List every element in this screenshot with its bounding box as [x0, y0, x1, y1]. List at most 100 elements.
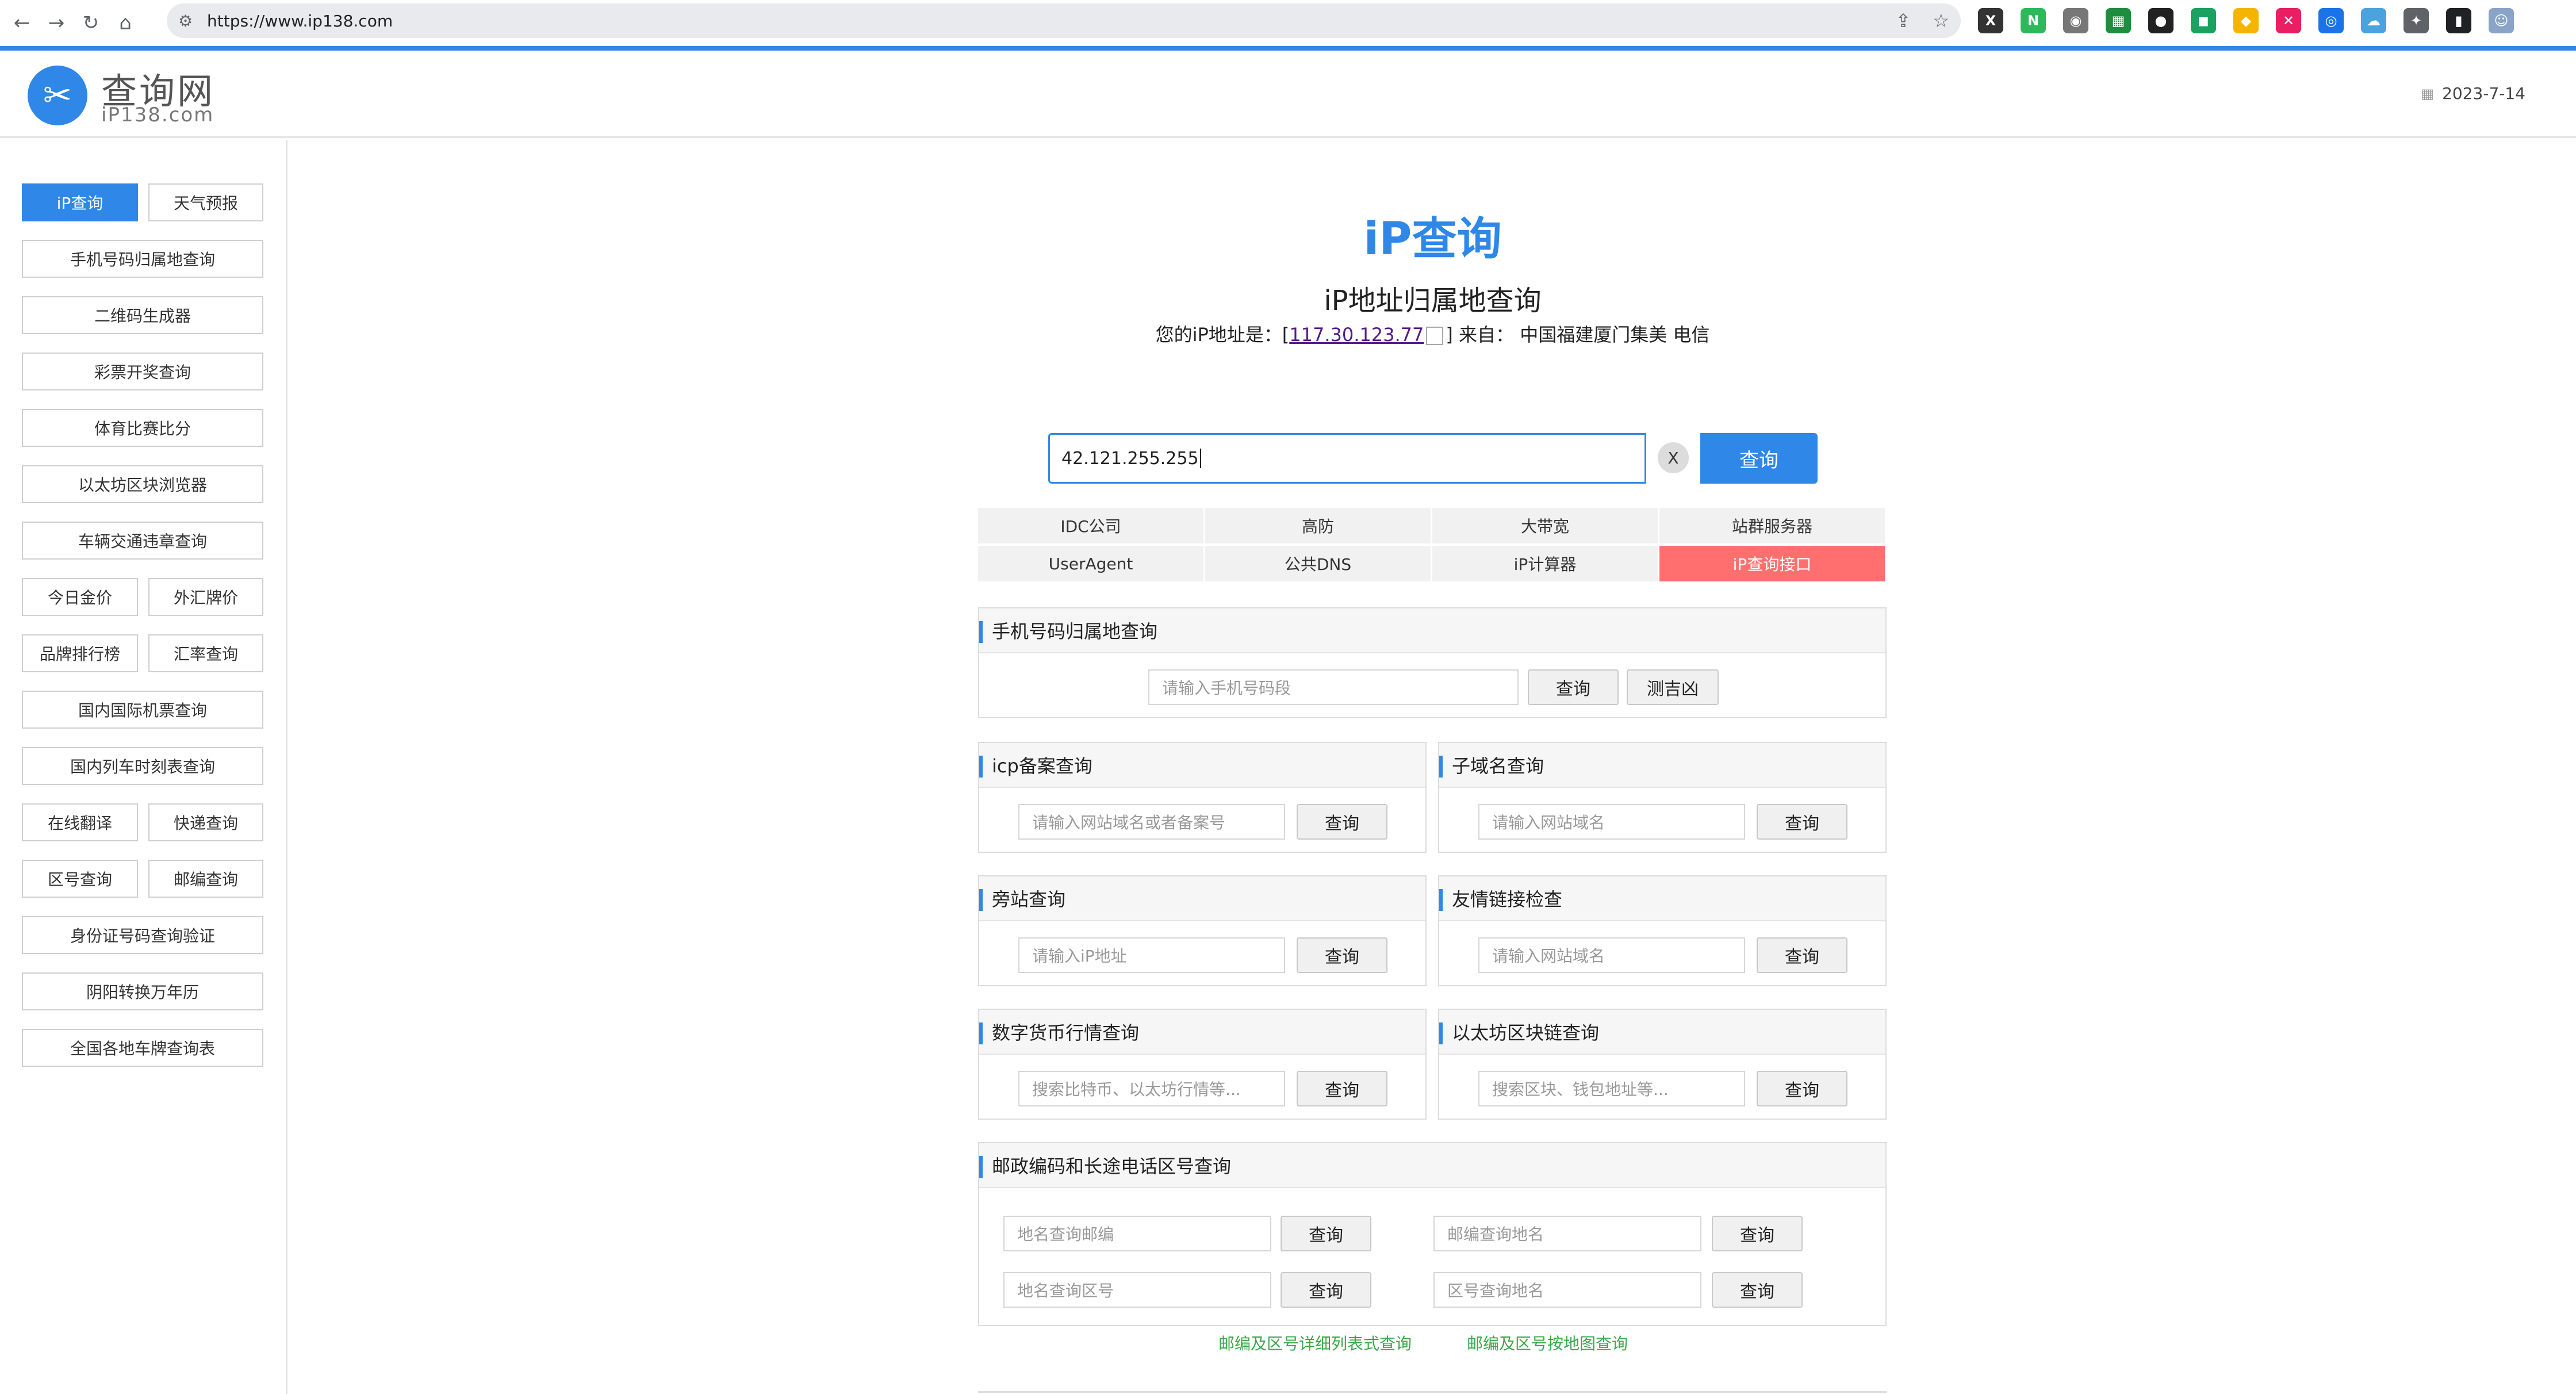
sidebar-item-trains[interactable]: 国内列车时刻表查询 — [22, 747, 263, 785]
sidebar-item-idcard[interactable]: 身份证号码查询验证 — [22, 916, 263, 954]
sidebar-item-weather[interactable]: 天气预报 — [148, 183, 263, 221]
grid-ext-icon[interactable]: ▦ — [2106, 8, 2131, 33]
sidebar-item-plates[interactable]: 全国各地车牌查询表 — [22, 1029, 263, 1067]
badge-ext-icon[interactable]: ● — [2148, 8, 2174, 33]
ip-search-input[interactable]: 42.121.255.255 — [1048, 433, 1646, 484]
green-ext-icon[interactable]: ◼ — [2191, 8, 2216, 33]
sidebar-item-lottery[interactable]: 彩票开奖查询 — [22, 353, 263, 390]
back-icon[interactable]: ← — [5, 6, 39, 40]
profile-avatar[interactable]: ☺ — [2489, 8, 2514, 33]
date-text: 2023-7-14 — [2442, 84, 2525, 103]
panel-postal: 邮政编码和长途电话区号查询 地名查询邮编 查询 邮编查询地名 查询 地名查询区号… — [978, 1142, 1887, 1326]
postal-place-to-areacode-input[interactable]: 地名查询区号 — [1003, 1272, 1271, 1308]
panel-eth-title: 以太坊区块链查询 — [1439, 1010, 1885, 1055]
quick-link-ip-calc[interactable]: iP计算器 — [1432, 546, 1658, 581]
mobile-input[interactable]: 请输入手机号码段 — [1148, 669, 1519, 705]
sidebar-item-sports[interactable]: 体育比赛比分 — [22, 409, 263, 447]
blue-ext-icon[interactable]: ◎ — [2318, 8, 2344, 33]
sidebar: iP查询 天气预报 手机号码归属地查询 二维码生成器 彩票开奖查询 体育比赛比分… — [0, 140, 288, 1394]
ip-search-button[interactable]: 查询 — [1700, 433, 1818, 484]
site-header: ✂ 查询网 iP138.com ▦ 2023-7-14 — [0, 51, 2576, 138]
panel-subdomain-title: 子域名查询 — [1439, 743, 1885, 788]
url-text[interactable]: https://www.ip138.com — [207, 12, 393, 30]
sidebar-item-calendar[interactable]: 阴阳转换万年历 — [22, 972, 263, 1010]
your-ip-link[interactable]: 117.30.123.77 — [1289, 324, 1424, 346]
sidebar-item-exchange[interactable]: 汇率查询 — [148, 634, 263, 672]
icp-query-button[interactable]: 查询 — [1297, 804, 1387, 840]
icp-input[interactable]: 请输入网站域名或者备案号 — [1018, 804, 1285, 840]
yellow-ext-icon[interactable]: ◆ — [2233, 8, 2259, 33]
quick-link-useragent[interactable]: UserAgent — [978, 546, 1203, 581]
sameip-query-button[interactable]: 查询 — [1297, 937, 1387, 973]
quick-link-server[interactable]: 站群服务器 — [1659, 508, 1885, 543]
camera-ext-icon[interactable]: ◉ — [2063, 8, 2088, 33]
postal-place-to-zip-input[interactable]: 地名查询邮编 — [1003, 1216, 1271, 1251]
sidebar-item-brands[interactable]: 品牌排行榜 — [22, 634, 138, 672]
postal-zip-to-place-input[interactable]: 邮编查询地名 — [1433, 1216, 1701, 1251]
sidebar-item-mobile[interactable]: 手机号码归属地查询 — [22, 240, 263, 278]
mobile-fortune-button[interactable]: 测吉凶 — [1627, 669, 1719, 705]
postal-zip-to-place-button[interactable]: 查询 — [1712, 1216, 1803, 1251]
quick-link-ip-api[interactable]: iP查询接口 — [1659, 546, 1885, 581]
clear-input-button[interactable]: X — [1658, 442, 1689, 473]
quick-link-ddos[interactable]: 高防 — [1205, 508, 1431, 543]
reload-icon[interactable]: ↻ — [74, 6, 108, 40]
site-info-icon[interactable]: ⚙ — [178, 12, 207, 30]
sidebar-item-traffic[interactable]: 车辆交通违章查询 — [22, 522, 263, 560]
forward-icon[interactable]: → — [39, 6, 74, 40]
quick-link-bandwidth[interactable]: 大带宽 — [1432, 508, 1658, 543]
calendar-icon: ▦ — [2421, 85, 2435, 102]
sidebar-item-qrcode[interactable]: 二维码生成器 — [22, 296, 263, 334]
postal-list-link[interactable]: 邮编及区号详细列表式查询 — [1218, 1331, 1412, 1354]
sidebar-item-translate[interactable]: 在线翻译 — [22, 803, 138, 841]
panel-subdomain: 子域名查询 请输入网站域名 查询 — [1438, 742, 1887, 853]
friendlink-query-button[interactable]: 查询 — [1757, 937, 1847, 973]
panel-sameip: 旁站查询 请输入iP地址 查询 — [978, 875, 1427, 986]
subdomain-query-button[interactable]: 查询 — [1757, 804, 1847, 840]
main-content: iP查询 iP地址归属地查询 您的iP地址是：[117.30.123.77] 来… — [289, 140, 2576, 1394]
sidebar-item-express[interactable]: 快递查询 — [148, 803, 263, 841]
x-ext-icon[interactable]: X — [1978, 8, 2003, 33]
quick-link-dns[interactable]: 公共DNS — [1205, 546, 1431, 581]
sidebar-item-forex[interactable]: 外汇牌价 — [148, 578, 263, 616]
pink-ext-icon[interactable]: ✕ — [2276, 8, 2301, 33]
text-caret — [1199, 449, 1201, 468]
panel-mobile: 手机号码归属地查询 请输入手机号码段 查询 测吉凶 — [978, 607, 1887, 718]
crypto-query-button[interactable]: 查询 — [1297, 1071, 1387, 1106]
logo-icon[interactable]: ✂ — [28, 66, 87, 125]
sidebar-item-areacode[interactable]: 区号查询 — [22, 860, 138, 898]
cloud-ext-icon[interactable]: ☁ — [2361, 8, 2386, 33]
sidebar-item-eth-explorer[interactable]: 以太坊区块浏览器 — [22, 465, 263, 503]
home-icon[interactable]: ⌂ — [108, 6, 143, 40]
postal-place-to-areacode-button[interactable]: 查询 — [1281, 1272, 1371, 1308]
eth-query-button[interactable]: 查询 — [1757, 1071, 1847, 1106]
postal-areacode-to-place-input[interactable]: 区号查询地名 — [1433, 1272, 1701, 1308]
sidebar-item-zipcode[interactable]: 邮编查询 — [148, 860, 263, 898]
quick-link-idc[interactable]: IDC公司 — [978, 508, 1203, 543]
postal-links: 邮编及区号详细列表式查询 邮编及区号按地图查询 — [289, 1331, 2576, 1354]
postal-place-to-zip-button[interactable]: 查询 — [1281, 1216, 1371, 1251]
sidepanel-icon[interactable]: ▮ — [2446, 8, 2471, 33]
page-subtitle: iP地址归属地查询 — [1324, 285, 1542, 317]
browser-toolbar: ← → ↻ ⌂ ⚙ https://www.ip138.com ⇪ ☆ X N ◉ ▦… — [0, 0, 2576, 51]
eth-input[interactable]: 搜索区块、钱包地址等... — [1478, 1071, 1745, 1106]
postal-map-link[interactable]: 邮编及区号按地图查询 — [1467, 1331, 1628, 1354]
address-bar[interactable]: ⚙ https://www.ip138.com ⇪ ☆ — [167, 3, 1961, 38]
subdomain-input[interactable]: 请输入网站域名 — [1478, 804, 1745, 840]
postal-areacode-to-place-button[interactable]: 查询 — [1712, 1272, 1803, 1308]
sidebar-item-gold[interactable]: 今日金价 — [22, 578, 138, 616]
mobile-query-button[interactable]: 查询 — [1528, 669, 1619, 705]
bookmark-star-icon[interactable]: ☆ — [1933, 10, 1949, 32]
your-ip-location: 中国福建厦门集美 电信 — [1520, 324, 1710, 346]
friendlink-input[interactable]: 请输入网站域名 — [1478, 937, 1745, 973]
share-icon[interactable]: ⇪ — [1896, 10, 1911, 32]
puzzle-ext-icon[interactable]: ✦ — [2404, 8, 2429, 33]
logo-subtitle[interactable]: iP138.com — [101, 104, 214, 127]
sameip-input[interactable]: 请输入iP地址 — [1018, 937, 1285, 973]
crypto-input[interactable]: 搜索比特币、以太坊行情等... — [1018, 1071, 1285, 1106]
your-ip-prefix: 您的iP地址是：[ — [1155, 324, 1290, 346]
sidebar-item-flights[interactable]: 国内国际机票查询 — [22, 691, 263, 729]
n-ext-icon[interactable]: N — [2021, 8, 2046, 33]
sidebar-item-ip-query[interactable]: iP查询 — [22, 183, 138, 221]
ip-search-value[interactable]: 42.121.255.255 — [1061, 449, 1199, 469]
